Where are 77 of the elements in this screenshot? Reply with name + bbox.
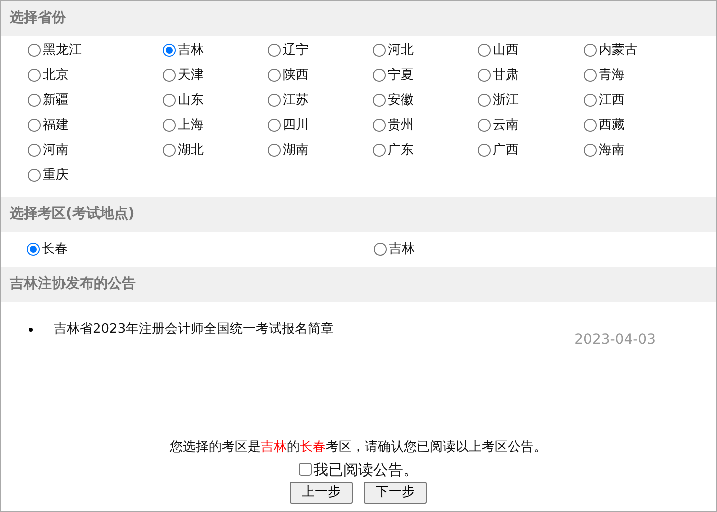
radio-button[interactable] (373, 119, 386, 132)
next-button[interactable]: 下一步 (364, 482, 427, 504)
radio-button[interactable] (373, 94, 386, 107)
option-label: 陕西 (283, 66, 309, 85)
option-label: 上海 (178, 116, 204, 135)
bullet-icon (29, 328, 33, 332)
radio-button[interactable] (584, 119, 597, 132)
option-label: 山西 (493, 42, 519, 60)
option-label: 湖北 (178, 142, 204, 160)
option-label: 贵州 (388, 116, 414, 135)
radio-button[interactable] (374, 243, 387, 256)
section-title: 选择考区(考试地点) (10, 205, 135, 224)
radio-button[interactable] (28, 94, 41, 107)
option-label: 广东 (388, 142, 414, 160)
option-label: 江苏 (283, 92, 309, 110)
option-label: 辽宁 (283, 42, 309, 60)
radio-button[interactable] (163, 44, 176, 57)
radio-button[interactable] (478, 144, 491, 157)
radio-button[interactable] (268, 119, 281, 132)
notice-link[interactable]: 吉林省2023年注册会计师全国统一考试报名简章 (54, 320, 334, 340)
radio-button[interactable] (584, 44, 597, 57)
section-title: 选择省份 (10, 9, 66, 28)
option-label: 青海 (599, 66, 625, 85)
option-label: 河南 (43, 142, 69, 160)
option-label: 新疆 (43, 92, 69, 110)
section-title: 吉林注协发布的公告 (10, 274, 136, 294)
radio-button[interactable] (268, 144, 281, 157)
radio-button[interactable] (478, 119, 491, 132)
checkbox-label[interactable]: 我已阅读公告。 (314, 458, 418, 481)
option-label: 云南 (493, 116, 519, 135)
radio-button[interactable] (478, 69, 491, 82)
option-label: 北京 (43, 66, 69, 85)
option-label: 湖南 (283, 142, 309, 160)
radio-button[interactable] (584, 144, 597, 157)
option-label: 重庆 (43, 166, 69, 185)
radio-button[interactable] (584, 69, 597, 82)
notice-date: 2023-04-03 (574, 331, 656, 350)
option-label: 海南 (599, 142, 625, 160)
option-label: 广西 (493, 142, 519, 160)
radio-button[interactable] (373, 144, 386, 157)
radio-button[interactable] (584, 94, 597, 107)
option-label: 安徽 (388, 92, 414, 110)
radio-button[interactable] (163, 69, 176, 82)
option-label: 江西 (599, 92, 625, 110)
option-label: 吉林 (178, 42, 204, 60)
radio-button[interactable] (28, 44, 41, 57)
radio-button[interactable] (163, 144, 176, 157)
radio-button[interactable] (268, 69, 281, 82)
option-label: 山东 (178, 92, 204, 110)
radio-button[interactable] (373, 69, 386, 82)
radio-button[interactable] (478, 94, 491, 107)
option-label: 长春 (42, 240, 68, 259)
radio-button[interactable] (268, 94, 281, 107)
radio-button[interactable] (268, 44, 281, 57)
previous-button[interactable]: 上一步 (290, 482, 353, 504)
radio-button[interactable] (27, 243, 40, 256)
radio-button[interactable] (28, 119, 41, 132)
option-label: 西藏 (599, 116, 625, 135)
radio-button[interactable] (163, 119, 176, 132)
option-label: 黑龙江 (43, 42, 82, 60)
option-label: 四川 (283, 116, 309, 135)
radio-button[interactable] (28, 69, 41, 82)
option-label: 甘肃 (493, 66, 519, 85)
radio-button[interactable] (28, 144, 41, 157)
radio-button[interactable] (373, 44, 386, 57)
option-label: 浙江 (493, 92, 519, 110)
option-label: 福建 (43, 116, 69, 135)
option-label: 内蒙古 (599, 42, 638, 60)
option-label: 吉林 (389, 240, 415, 259)
option-label: 天津 (178, 66, 204, 85)
radio-button[interactable] (163, 94, 176, 107)
checkbox[interactable] (298, 463, 312, 476)
option-label: 河北 (388, 42, 414, 60)
radio-button[interactable] (28, 169, 41, 182)
confirmation-text: 您选择的考区是吉林的长春考区，请确认您已阅读以上考区公告。 (170, 439, 547, 457)
option-label: 宁夏 (388, 66, 414, 85)
radio-button[interactable] (478, 44, 491, 57)
